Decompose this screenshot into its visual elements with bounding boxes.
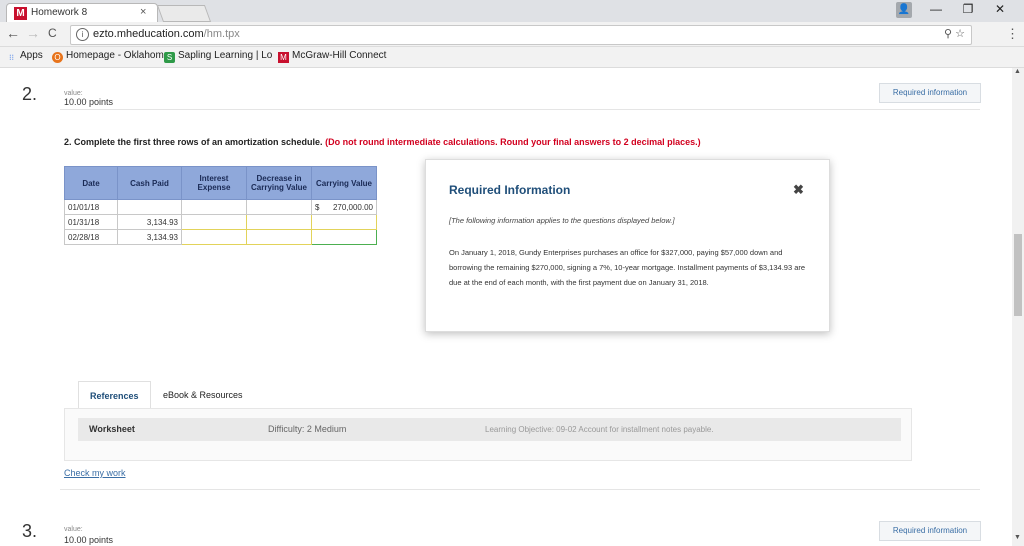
row-1-date: 01/01/18	[64, 199, 118, 215]
required-information-popup: Required Information ✖ [The following in…	[425, 159, 830, 332]
tab-close-icon[interactable]: ×	[140, 6, 146, 18]
page-scrollbar[interactable]: ▲ ▼	[1012, 68, 1024, 546]
question-3-required-info-button[interactable]: Required information	[879, 521, 981, 541]
scroll-down-icon[interactable]: ▼	[1014, 534, 1021, 541]
minimize-button[interactable]: —	[926, 2, 946, 16]
browser-menu-icon[interactable]: ⋮	[1006, 26, 1019, 42]
learning-objective-label: Learning Objective: 09-02 Account for in…	[485, 425, 714, 434]
bookmark-mcgraw-hill[interactable]: M McGraw-Hill Connect	[278, 50, 386, 63]
question-2-value-label: value:	[64, 90, 83, 97]
back-icon[interactable]: ←	[6, 25, 20, 41]
tab-title: Homework 8	[31, 7, 88, 18]
url-input[interactable]: i ezto.mheducation.com/hm.tpx ⚲ ☆	[70, 25, 972, 45]
question-2-points: 10.00 points	[64, 97, 114, 107]
amortization-schedule-table: Date Cash Paid Interest Expense Decrease…	[64, 166, 377, 245]
row-1-cash-paid	[117, 199, 182, 215]
url-text: ezto.mheducation.com/hm.tpx	[93, 28, 240, 40]
bookmark-sapling[interactable]: S Sapling Learning | Lo	[164, 50, 272, 63]
row-1-carrying-value: $270,000.00	[311, 199, 377, 215]
question-3-number: 3.	[22, 521, 38, 541]
header-interest-expense: Interest Expense	[181, 166, 247, 200]
question-2-instruction: 2. Complete the first three rows of an a…	[64, 137, 701, 147]
reload-icon[interactable]: C	[48, 26, 57, 40]
bookmarks-bar: ⁝⁝ Apps O Homepage - Oklahom S Sapling Lear…	[0, 47, 1024, 68]
header-decrease-carrying-value: Decrease in Carrying Value	[246, 166, 312, 200]
divider	[60, 489, 980, 490]
tab-references[interactable]: References	[78, 381, 151, 410]
sapling-icon: S	[164, 52, 175, 63]
table-row: 01/01/18 $270,000.00	[64, 199, 377, 215]
popup-title: Required Information	[449, 183, 571, 197]
row-2-cash-paid: 3,134.93	[117, 214, 182, 230]
bookmark-star-icon[interactable]: ☆	[955, 28, 965, 40]
row-2-decrease-input[interactable]	[246, 214, 312, 230]
scroll-up-icon[interactable]: ▲	[1014, 68, 1021, 75]
question-3-value-label: value:	[64, 526, 83, 533]
divider	[60, 109, 980, 110]
restore-button[interactable]: ❐	[958, 2, 978, 16]
info-icon[interactable]: i	[76, 28, 89, 41]
row-3-interest-input[interactable]	[181, 229, 247, 245]
zoom-icon[interactable]: ⚲	[944, 28, 952, 40]
row-2-carrying-input[interactable]	[311, 214, 377, 230]
row-1-decrease	[246, 199, 312, 215]
difficulty-label: Difficulty: 2 Medium	[268, 424, 347, 434]
row-3-date: 02/28/18	[64, 229, 118, 245]
header-carrying-value: Carrying Value	[311, 166, 377, 200]
header-date: Date	[64, 166, 118, 200]
row-2-date: 01/31/18	[64, 214, 118, 230]
mcgraw-hill-icon: M	[278, 52, 289, 63]
worksheet-label[interactable]: Worksheet	[89, 424, 135, 434]
row-2-interest-input[interactable]	[181, 214, 247, 230]
worksheet-bar: Worksheet Difficulty: 2 Medium Learning …	[78, 418, 901, 441]
apps-grid-icon: ⁝⁝	[8, 53, 15, 62]
browser-title-bar: M Homework 8 × 👤 — ❐ ✕	[0, 0, 1024, 23]
header-cash-paid: Cash Paid	[117, 166, 182, 200]
question-2-required-info-button[interactable]: Required information	[879, 83, 981, 103]
omnibox-icons: ⚲ ☆	[944, 27, 965, 40]
browser-tab[interactable]: M Homework 8 ×	[6, 3, 158, 23]
homepage-icon: O	[52, 52, 63, 63]
question-3-points: 10.00 points	[64, 535, 114, 545]
row-1-interest	[181, 199, 247, 215]
scrollbar-thumb[interactable]	[1014, 234, 1022, 316]
forward-icon[interactable]: →	[26, 25, 40, 41]
row-3-carrying-input[interactable]	[311, 229, 377, 245]
bookmark-homepage[interactable]: O Homepage - Oklahom	[52, 50, 164, 63]
table-row: 01/31/18 3,134.93	[64, 214, 377, 230]
row-3-decrease-input[interactable]	[246, 229, 312, 245]
profile-icon[interactable]: 👤	[896, 2, 912, 18]
address-bar-row: ← → C i ezto.mheducation.com/hm.tpx ⚲ ☆ …	[0, 22, 1024, 47]
question-2-number: 2.	[22, 84, 38, 104]
mcgraw-hill-logo-icon: M	[14, 7, 27, 20]
tab-ebook-resources[interactable]: eBook & Resources	[163, 390, 243, 400]
new-tab-button[interactable]	[156, 5, 212, 22]
popup-subtitle: [The following information applies to th…	[449, 216, 675, 225]
row-3-cash-paid: 3,134.93	[117, 229, 182, 245]
table-row: 02/28/18 3,134.93	[64, 229, 377, 245]
check-my-work-link[interactable]: Check my work	[64, 468, 126, 478]
close-window-button[interactable]: ✕	[990, 2, 1010, 16]
close-icon[interactable]: ✖	[793, 182, 804, 198]
bookmark-apps[interactable]: ⁝⁝ Apps	[6, 50, 43, 63]
popup-body: On January 1, 2018, Gundy Enterprises pu…	[449, 248, 806, 287]
